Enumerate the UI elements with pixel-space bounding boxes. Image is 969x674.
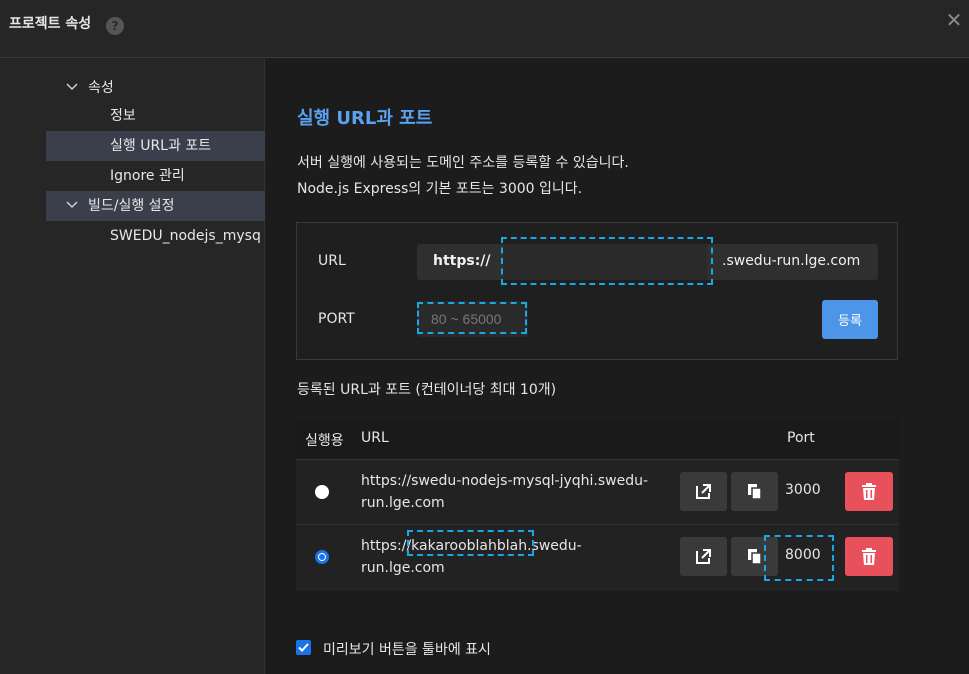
sidebar-item-label: SWEDU_nodejs_mysq bbox=[110, 228, 261, 244]
description-line-1: 서버 실행에 사용되는 도메인 주소를 등록할 수 있습니다. bbox=[297, 155, 629, 171]
trash-icon bbox=[862, 483, 876, 500]
table-header: 실행용 URL Port bbox=[296, 418, 899, 459]
sidebar-item-ignore[interactable]: Ignore 관리 bbox=[46, 161, 265, 191]
copy-icon bbox=[748, 484, 762, 500]
copy-icon bbox=[748, 549, 762, 565]
header-url: URL bbox=[361, 430, 389, 446]
preview-checkbox[interactable] bbox=[296, 640, 311, 655]
delete-button[interactable] bbox=[845, 472, 893, 511]
copy-button[interactable] bbox=[731, 537, 778, 576]
external-link-icon bbox=[696, 549, 711, 564]
check-icon bbox=[298, 643, 309, 652]
sidebar-item-build-run[interactable]: 빌드/실행 설정 bbox=[46, 191, 265, 221]
port-label: PORT bbox=[318, 311, 355, 327]
header-run: 실행용 bbox=[305, 433, 344, 449]
url-prefix: https:// bbox=[433, 253, 491, 269]
page-title: 실행 URL과 포트 bbox=[297, 108, 433, 129]
sidebar-item-project[interactable]: SWEDU_nodejs_mysq bbox=[46, 221, 265, 251]
row-port: 3000 bbox=[785, 482, 821, 498]
preview-checkbox-label: 미리보기 버튼을 툴바에 표시 bbox=[323, 642, 491, 658]
register-button[interactable]: 등록 bbox=[822, 300, 878, 339]
sidebar-item-label: Ignore 관리 bbox=[110, 168, 185, 184]
header-port: Port bbox=[787, 430, 815, 446]
open-link-button[interactable] bbox=[680, 537, 727, 576]
url-label: URL bbox=[318, 253, 346, 269]
main-content: 실행 URL과 포트 서버 실행에 사용되는 도메인 주소를 등록할 수 있습니… bbox=[266, 59, 969, 674]
sidebar-item-label: 정보 bbox=[110, 108, 136, 124]
external-link-icon bbox=[696, 484, 711, 499]
sidebar-item-label: 빌드/실행 설정 bbox=[88, 198, 175, 214]
row-url: https://kakarooblahblah.swedu-run.lge.co… bbox=[361, 538, 582, 576]
sidebar-item-run-url-port[interactable]: 실행 URL과 포트 bbox=[46, 131, 265, 161]
sidebar-item-label: 실행 URL과 포트 bbox=[110, 138, 212, 154]
registered-url-table: 실행용 URL Port https://swedu-nodejs-mysql-… bbox=[296, 418, 899, 591]
run-radio-selected[interactable] bbox=[315, 550, 329, 564]
table-row: https://swedu-nodejs-mysql-jyqhi.swedu-r… bbox=[296, 459, 899, 524]
row-url: https://swedu-nodejs-mysql-jyqhi.swedu-r… bbox=[361, 473, 649, 511]
delete-button[interactable] bbox=[845, 537, 893, 576]
chevron-down-icon bbox=[66, 73, 80, 103]
url-input[interactable] bbox=[503, 244, 707, 280]
sidebar-item-info[interactable]: 정보 bbox=[46, 101, 265, 131]
sidebar-item-label: 속성 bbox=[88, 80, 114, 96]
url-suffix: .swedu-run.lge.com bbox=[722, 253, 861, 269]
sidebar-item-properties[interactable]: 속성 bbox=[46, 73, 265, 103]
port-input[interactable] bbox=[417, 301, 528, 337]
row-port: 8000 bbox=[785, 547, 821, 563]
sidebar: 속성 정보 실행 URL과 포트 Ignore 관리 빌드/실행 설정 SWED… bbox=[0, 59, 265, 674]
trash-icon bbox=[862, 548, 876, 565]
run-radio[interactable] bbox=[315, 485, 329, 499]
url-input-group: https:// .swedu-run.lge.com bbox=[417, 244, 878, 280]
close-icon[interactable]: ✕ bbox=[944, 10, 964, 30]
table-row: https://kakarooblahblah.swedu-run.lge.co… bbox=[296, 524, 899, 589]
description-line-2: Node.js Express의 기본 포트는 3000 입니다. bbox=[297, 181, 583, 197]
chevron-down-icon bbox=[66, 191, 80, 221]
help-icon[interactable]: ? bbox=[106, 17, 124, 35]
copy-button[interactable] bbox=[731, 472, 778, 511]
dialog-titlebar: 프로젝트 속성 ? ✕ bbox=[0, 0, 969, 58]
dialog-title: 프로젝트 속성 bbox=[9, 16, 92, 32]
url-port-form: URL https:// .swedu-run.lge.com PORT 등록 bbox=[296, 222, 898, 360]
registered-list-label: 등록된 URL과 포트 (컨테이너당 최대 10개) bbox=[297, 382, 557, 398]
open-link-button[interactable] bbox=[680, 472, 727, 511]
